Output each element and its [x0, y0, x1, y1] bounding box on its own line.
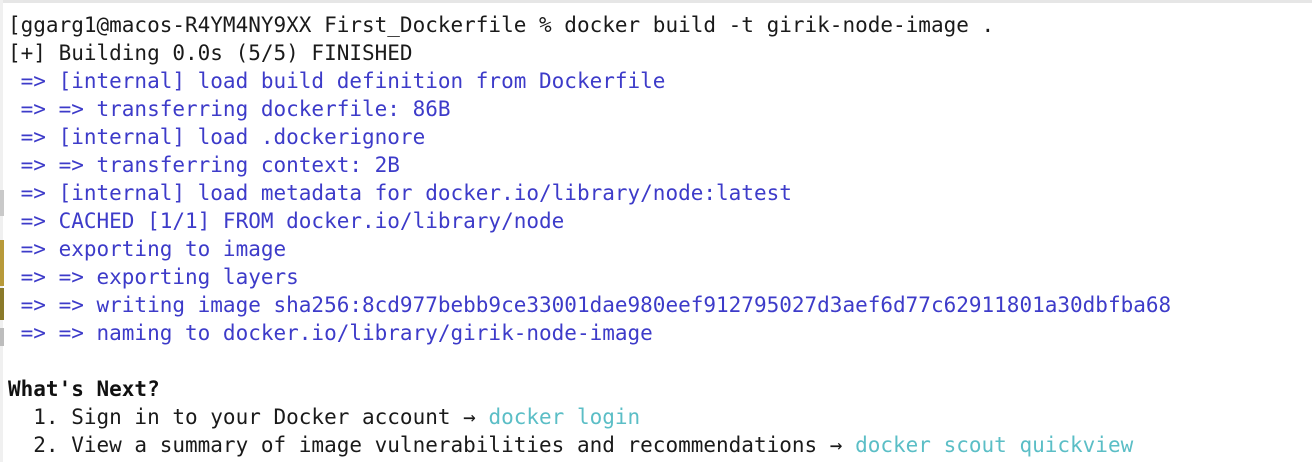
- docker-scout-quickview-command[interactable]: docker scout quickview: [855, 433, 1133, 457]
- whats-next-item-2: 2. View a summary of image vulnerabiliti…: [8, 431, 1171, 459]
- adjacent-window-edge: [0, 240, 4, 286]
- build-step-line: => [internal] load build definition from…: [8, 69, 666, 93]
- docker-login-command[interactable]: docker login: [488, 405, 640, 429]
- build-step-line: => [internal] load metadata for docker.i…: [8, 181, 792, 205]
- window-left-edge: [0, 0, 3, 462]
- adjacent-window-edge: [0, 328, 4, 346]
- build-step-line: => => transferring dockerfile: 86B: [8, 97, 451, 121]
- whats-next-item-1: 1. Sign in to your Docker account → dock…: [8, 403, 1171, 431]
- build-step-line: => => exporting layers: [8, 265, 299, 289]
- build-step-line: => [internal] load .dockerignore: [8, 125, 426, 149]
- terminal-window[interactable]: [ggarg1@macos-R4YM4NY9XX First_Dockerfil…: [0, 0, 1312, 462]
- window-top-divider: [0, 0, 1312, 3]
- build-step-line: => exporting to image: [8, 237, 287, 261]
- terminal-output[interactable]: [ggarg1@macos-R4YM4NY9XX First_Dockerfil…: [8, 11, 1171, 459]
- adjacent-window-edge: [0, 190, 4, 216]
- command-prompt-line: [ggarg1@macos-R4YM4NY9XX First_Dockerfil…: [8, 13, 995, 37]
- build-step-line: => => naming to docker.io/library/girik-…: [8, 321, 653, 345]
- adjacent-window-edge: [0, 288, 4, 320]
- whats-next-item-1-text: 1. Sign in to your Docker account →: [8, 405, 489, 429]
- build-step-line: => CACHED [1/1] FROM docker.io/library/n…: [8, 209, 565, 233]
- whats-next-heading: What's Next?: [8, 377, 160, 401]
- whats-next-item-2-text: 2. View a summary of image vulnerabiliti…: [8, 433, 856, 457]
- build-step-line: => => transferring context: 2B: [8, 153, 400, 177]
- build-step-line: => => writing image sha256:8cd977bebb9ce…: [8, 293, 1172, 317]
- build-status-line: [+] Building 0.0s (5/5) FINISHED: [8, 41, 413, 65]
